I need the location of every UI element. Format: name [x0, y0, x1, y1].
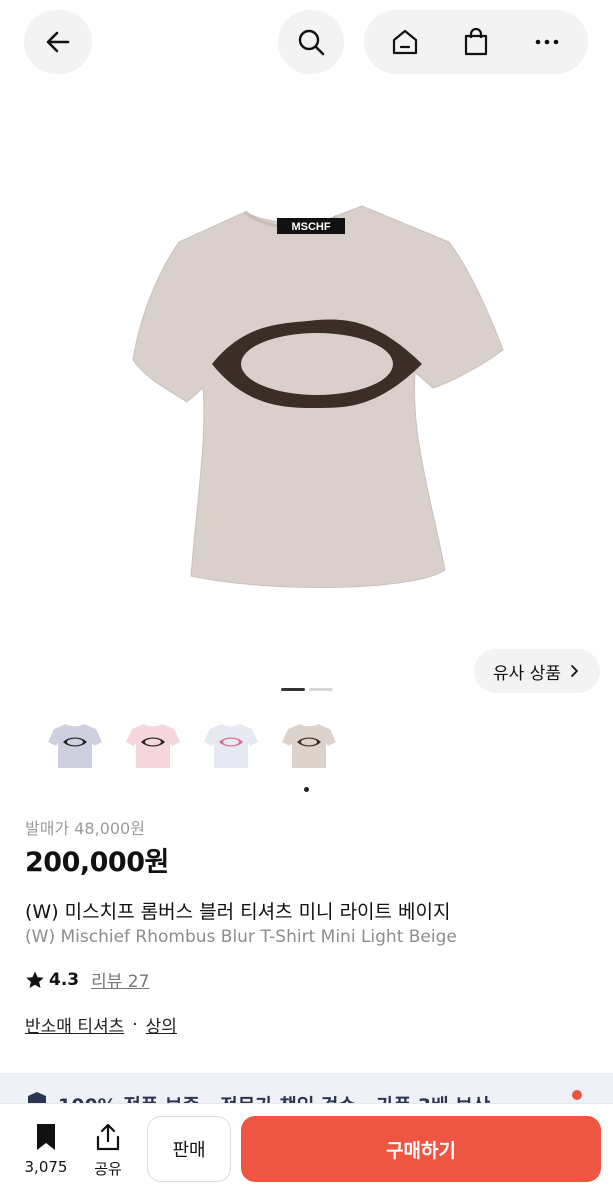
- variant-thumbnail[interactable]: [122, 714, 184, 776]
- more-button[interactable]: [523, 18, 571, 66]
- pager-indicator-active: [281, 688, 305, 691]
- search-button[interactable]: [278, 10, 344, 74]
- variant-thumbnail[interactable]: [44, 714, 106, 776]
- product-image[interactable]: MSCHF: [0, 150, 613, 630]
- current-price: 200,000원: [25, 847, 169, 878]
- similar-products-button[interactable]: 유사 상품: [474, 649, 600, 693]
- top-actions-group: [364, 10, 588, 74]
- back-button[interactable]: [24, 10, 92, 74]
- similar-products-label: 유사 상품: [493, 663, 561, 684]
- share-icon: [96, 1123, 120, 1151]
- thumbnail-tshirt-image: [126, 724, 180, 768]
- pager-indicator: [309, 688, 333, 691]
- review-link[interactable]: 리뷰 27: [91, 967, 149, 992]
- share-button[interactable]: 공유: [86, 1122, 130, 1182]
- bookmark-button[interactable]: 3,075: [20, 1122, 72, 1182]
- category-link[interactable]: 반소매 티셔츠: [25, 1012, 124, 1037]
- parent-category-link[interactable]: 상의: [146, 1012, 177, 1037]
- bottom-action-bar: 3,075 공유 판매 구매하기: [0, 1103, 613, 1200]
- star-icon: [26, 971, 44, 988]
- shopping-bag-button[interactable]: [452, 18, 500, 66]
- more-icon: [535, 39, 558, 45]
- thumbnail-tshirt-image: [48, 724, 102, 768]
- bookmark-icon: [37, 1124, 55, 1150]
- shopping-bag-icon: [464, 27, 488, 56]
- chevron-right-icon: [571, 665, 578, 677]
- thumbnail-tshirt-image: [282, 724, 336, 768]
- sell-button[interactable]: 판매: [147, 1116, 231, 1182]
- variant-thumbnail[interactable]: [200, 714, 262, 776]
- share-label: 공유: [94, 1160, 122, 1178]
- category-separator: ·: [132, 1014, 138, 1035]
- product-name-korean: (W) 미스치프 롬버스 블러 티셔츠 미니 라이트 베이지: [25, 901, 451, 923]
- variant-thumbnails: [44, 714, 340, 776]
- search-icon: [298, 29, 325, 56]
- rating-row: 4.3 리뷰 27: [25, 967, 149, 992]
- variant-thumbnail[interactable]: [278, 714, 340, 776]
- home-icon: [393, 29, 418, 55]
- release-price: 발매가 48,000원: [25, 819, 145, 838]
- thumbnail-tshirt-image: [204, 724, 258, 768]
- notification-dot: [572, 1090, 582, 1100]
- tshirt-image: MSCHF: [131, 205, 504, 588]
- back-arrow-icon: [46, 31, 70, 53]
- rating-value: 4.3: [49, 969, 80, 990]
- selected-thumbnail-dot: [304, 787, 309, 792]
- image-pager: [281, 688, 333, 691]
- category-breadcrumb: 반소매 티셔츠 · 상의: [25, 1012, 177, 1038]
- bookmark-count: 3,075: [24, 1158, 68, 1176]
- product-name-english: (W) Mischief Rhombus Blur T-Shirt Mini L…: [25, 927, 457, 947]
- brand-tag-label: MSCHF: [291, 221, 330, 233]
- buy-button[interactable]: 구매하기: [241, 1116, 601, 1182]
- home-button[interactable]: [381, 18, 429, 66]
